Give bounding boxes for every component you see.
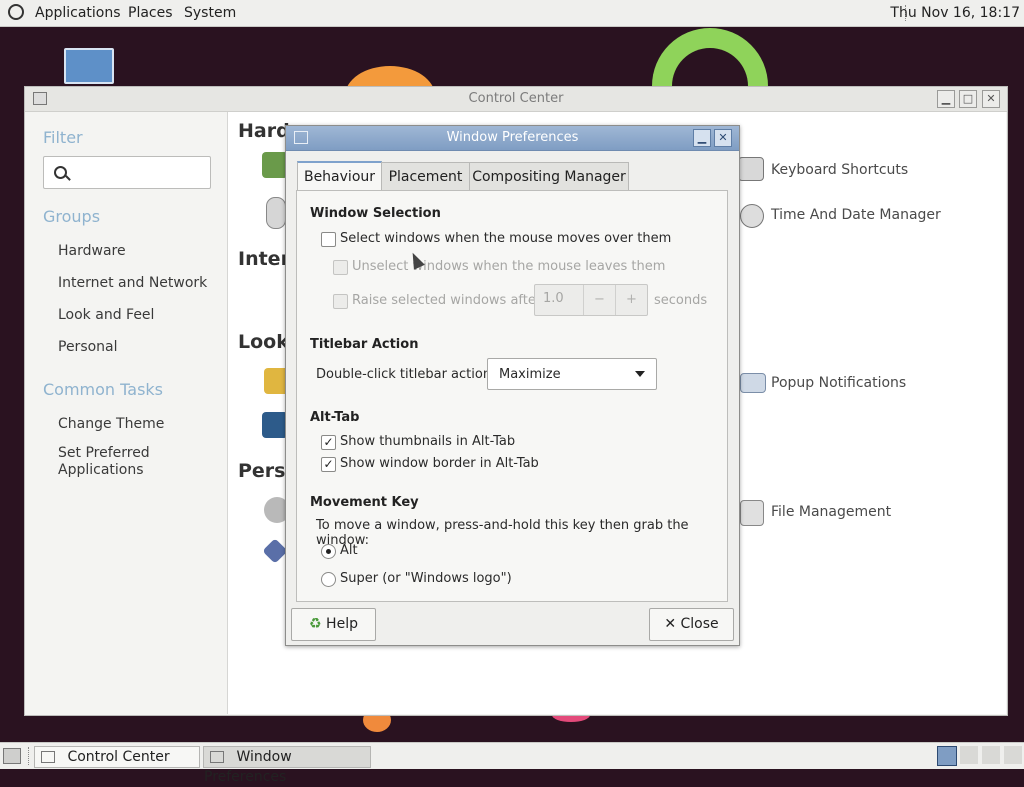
workspace-2[interactable] — [960, 746, 978, 764]
raise-delay-unit: seconds — [654, 293, 708, 308]
select-on-hover-checkbox[interactable] — [321, 232, 336, 247]
popup-notifications-icon[interactable] — [740, 373, 766, 393]
maximize-button[interactable]: □ — [959, 90, 977, 108]
show-desktop-icon[interactable] — [3, 748, 21, 764]
tab-behaviour[interactable]: Behaviour — [297, 161, 382, 192]
top-panel: Applications Places System Thu Nov 16, 1… — [0, 0, 1024, 27]
task-change-theme[interactable]: Change Theme — [58, 416, 164, 432]
task-set-preferred-applications-line2[interactable]: Applications — [58, 462, 144, 478]
show-thumbnails-checkbox[interactable]: ✓ — [321, 435, 336, 450]
show-thumbnails-label[interactable]: Show thumbnails in Alt-Tab — [340, 434, 515, 449]
select-on-hover-label[interactable]: Select windows when the mouse moves over… — [340, 231, 671, 246]
dialog-title: Window Preferences — [446, 130, 579, 145]
close-icon: ✕ — [664, 616, 677, 632]
movement-key-heading: Movement Key — [310, 495, 419, 510]
double-click-action-label: Double-click titlebar action: — [316, 367, 496, 382]
control-center-sidebar: Filter Groups Hardware Internet and Netw… — [25, 112, 227, 715]
help-button-label: Help — [326, 616, 358, 632]
help-button[interactable]: ♻ Help — [291, 608, 376, 641]
unselect-on-leave-checkbox — [333, 260, 348, 275]
workspace-switcher-icon[interactable] — [937, 746, 957, 766]
minimize-button[interactable]: ▁ — [937, 90, 955, 108]
raise-delay-spinbutton: 1.0 − + — [534, 284, 648, 316]
double-click-action-value: Maximize — [499, 367, 561, 382]
super-radio[interactable] — [321, 572, 336, 587]
groups-heading: Groups — [43, 207, 101, 226]
movement-key-description: To move a window, press-and-hold this ke… — [316, 518, 689, 548]
popup-notifications-item[interactable]: Popup Notifications — [771, 375, 906, 391]
filter-search-input[interactable] — [43, 156, 211, 189]
alt-radio[interactable] — [321, 544, 336, 559]
raise-after-checkbox — [333, 294, 348, 309]
time-and-date-manager-item[interactable]: Time And Date Manager — [771, 207, 941, 223]
clock[interactable]: Thu Nov 16, 18:17 — [890, 5, 1020, 21]
workspace-4[interactable] — [1004, 746, 1022, 764]
group-personal[interactable]: Personal — [58, 339, 118, 355]
file-management-icon[interactable] — [740, 500, 764, 526]
taskbar-control-center-label: Control Center — [67, 749, 170, 765]
alt-tab-heading: Alt-Tab — [310, 410, 360, 425]
close-button[interactable]: ✕ — [714, 129, 732, 147]
computer-desktop-icon[interactable] — [64, 48, 114, 84]
taskbar-control-center[interactable]: Control Center — [34, 746, 200, 768]
control-center-taskbar-icon — [41, 751, 55, 763]
keyboard-shortcuts-item[interactable]: Keyboard Shortcuts — [771, 162, 908, 178]
show-border-label[interactable]: Show window border in Alt-Tab — [340, 456, 539, 471]
workspace-3[interactable] — [982, 746, 1000, 764]
places-menu[interactable]: Places — [128, 5, 173, 21]
assistive-icon[interactable] — [262, 538, 288, 564]
bottom-taskbar: Control Center Window Preferences — [0, 742, 1024, 785]
help-icon: ♻ — [309, 616, 322, 632]
window-preferences-taskbar-icon — [210, 751, 224, 763]
alt-radio-label[interactable]: Alt — [340, 543, 358, 558]
keyboard-shortcuts-icon[interactable] — [738, 157, 764, 181]
close-dialog-button[interactable]: ✕ Close — [649, 608, 734, 641]
raise-after-label: Raise selected windows after — [352, 293, 542, 308]
behaviour-tab-panel: Window Selection Select windows when the… — [296, 190, 728, 602]
taskbar-separator — [28, 747, 29, 765]
taskbar-window-preferences[interactable]: Window Preferences — [203, 746, 371, 785]
system-menu[interactable]: System — [184, 5, 236, 21]
clock-icon[interactable] — [740, 204, 764, 228]
group-look-and-feel[interactable]: Look and Feel — [58, 307, 154, 323]
task-set-preferred-applications[interactable]: Set Preferred — [58, 445, 150, 461]
applications-menu[interactable]: Applications — [35, 5, 121, 21]
mouse-icon[interactable] — [266, 197, 286, 229]
double-click-action-dropdown[interactable]: Maximize — [487, 358, 657, 390]
window-title: Control Center — [468, 91, 564, 106]
mate-logo-icon[interactable] — [8, 4, 24, 20]
file-management-item[interactable]: File Management — [771, 504, 891, 520]
search-icon-handle — [65, 175, 71, 181]
tab-compositing-manager[interactable]: Compositing Manager — [469, 162, 629, 191]
window-preferences-titlebar[interactable]: Window Preferences ▁ ✕ — [286, 126, 739, 151]
section-look-heading: Look — [238, 331, 289, 353]
chevron-down-icon — [635, 371, 645, 377]
super-radio-label[interactable]: Super (or "Windows logo") — [340, 571, 512, 586]
raise-delay-value: 1.0 — [543, 291, 564, 306]
filter-heading: Filter — [43, 128, 83, 147]
unselect-on-leave-label: Unselect windows when the mouse leaves t… — [352, 259, 666, 274]
common-tasks-heading: Common Tasks — [43, 380, 164, 399]
control-center-titlebar[interactable]: Control Center ▁ □ ✕ — [25, 87, 1007, 112]
tab-placement[interactable]: Placement — [381, 162, 470, 191]
group-hardware[interactable]: Hardware — [58, 243, 126, 259]
minimize-button[interactable]: ▁ — [693, 129, 711, 147]
titlebar-action-heading: Titlebar Action — [310, 337, 419, 352]
window-preferences-dialog: Window Preferences ▁ ✕ Behaviour Placeme… — [285, 125, 740, 646]
close-button[interactable]: ✕ — [982, 90, 1000, 108]
window-selection-heading: Window Selection — [310, 206, 441, 221]
increase-button: + — [615, 285, 647, 315]
show-border-checkbox[interactable]: ✓ — [321, 457, 336, 472]
decrease-button: − — [583, 285, 615, 315]
group-internet-and-network[interactable]: Internet and Network — [58, 275, 207, 291]
close-button-label: Close — [680, 616, 719, 632]
